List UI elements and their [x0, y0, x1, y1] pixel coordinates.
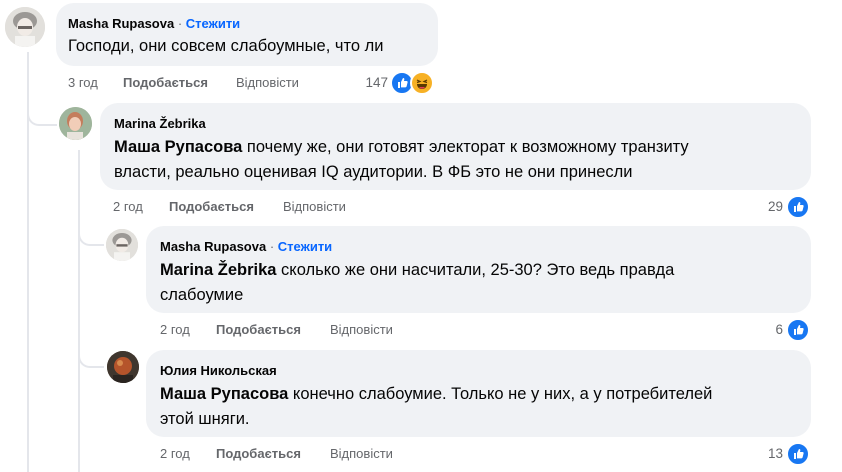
avatar-masha[interactable] — [106, 229, 138, 261]
comment-text-part: конечно слабоумие. Только не у них, а у … — [288, 385, 713, 403]
like-button-1[interactable]: Подобається — [123, 75, 208, 90]
like-reaction-icon — [786, 442, 810, 466]
avatar-masha[interactable] — [5, 7, 45, 47]
mention-link[interactable]: Marina Žebrika — [160, 261, 276, 279]
comment-time-1[interactable]: 3 год — [68, 75, 98, 90]
avatar-marina[interactable] — [59, 107, 92, 140]
like-reaction-icon — [786, 318, 810, 342]
haha-reaction-icon — [410, 71, 434, 95]
comment-text-3: Marina Žebrika сколько же они насчитали,… — [160, 258, 800, 308]
mention-link[interactable]: Маша Рупасова — [114, 138, 242, 156]
avatar-image — [59, 107, 92, 140]
comment-text-part: слабоумие — [160, 286, 244, 304]
reactions-count-3[interactable]: 6 — [743, 322, 783, 337]
comment-time-4[interactable]: 2 год — [160, 446, 190, 461]
comment-text-part: почему же, они готовят электорат к возмо… — [242, 138, 689, 156]
like-reaction-icon — [786, 195, 810, 219]
reactions-count-4[interactable]: 13 — [743, 446, 783, 461]
separator-dot: · — [177, 16, 183, 31]
like-button-3[interactable]: Подобається — [216, 322, 301, 337]
comment-text-1: Господи, они совсем слабоумные, что ли — [68, 37, 384, 55]
comment-author-1: Masha Rupasova · Стежити — [68, 16, 240, 31]
comment-text-4: Маша Рупасова конечно слабоумие. Только … — [160, 382, 800, 432]
comment-author-3: Masha Rupasova · Стежити — [160, 239, 332, 254]
reply-button-4[interactable]: Відповісти — [330, 446, 393, 461]
thread-curve-1 — [27, 100, 57, 126]
reply-button-1[interactable]: Відповісти — [236, 75, 299, 90]
separator-dot: · — [269, 239, 275, 254]
reactions-count-1[interactable]: 147 — [348, 75, 388, 90]
comment-text-part: сколько же они насчитали, 25-30? Это вед… — [276, 261, 675, 279]
reply-button-3[interactable]: Відповісти — [330, 322, 393, 337]
thread-curve-2 — [78, 222, 104, 246]
comment-author-2[interactable]: Marina Žebrika — [114, 116, 206, 131]
avatar-image — [106, 229, 138, 261]
comment-author-4[interactable]: Юлия Никольская — [160, 363, 277, 378]
comment-text-part: власти, реально оценивая IQ аудитории. В… — [114, 163, 633, 181]
author-name[interactable]: Masha Rupasova — [68, 16, 174, 31]
comment-text-part: этой шняги. — [160, 410, 250, 428]
reply-button-2[interactable]: Відповісти — [283, 199, 346, 214]
like-button-2[interactable]: Подобається — [169, 199, 254, 214]
comment-text-2: Маша Рупасова почему же, они готовят эле… — [114, 135, 804, 185]
follow-link[interactable]: Стежити — [278, 239, 332, 254]
avatar-image — [5, 7, 45, 47]
avatar-yulia[interactable] — [107, 351, 139, 383]
follow-link[interactable]: Стежити — [186, 16, 240, 31]
thread-curve-3 — [78, 344, 104, 368]
mention-link[interactable]: Маша Рупасова — [160, 385, 288, 403]
comment-time-3[interactable]: 2 год — [160, 322, 190, 337]
avatar-image — [107, 351, 139, 383]
reactions-count-2[interactable]: 29 — [743, 199, 783, 214]
thread-line-reply1 — [78, 150, 80, 472]
author-name[interactable]: Masha Rupasova — [160, 239, 266, 254]
comment-time-2[interactable]: 2 год — [113, 199, 143, 214]
like-button-4[interactable]: Подобається — [216, 446, 301, 461]
